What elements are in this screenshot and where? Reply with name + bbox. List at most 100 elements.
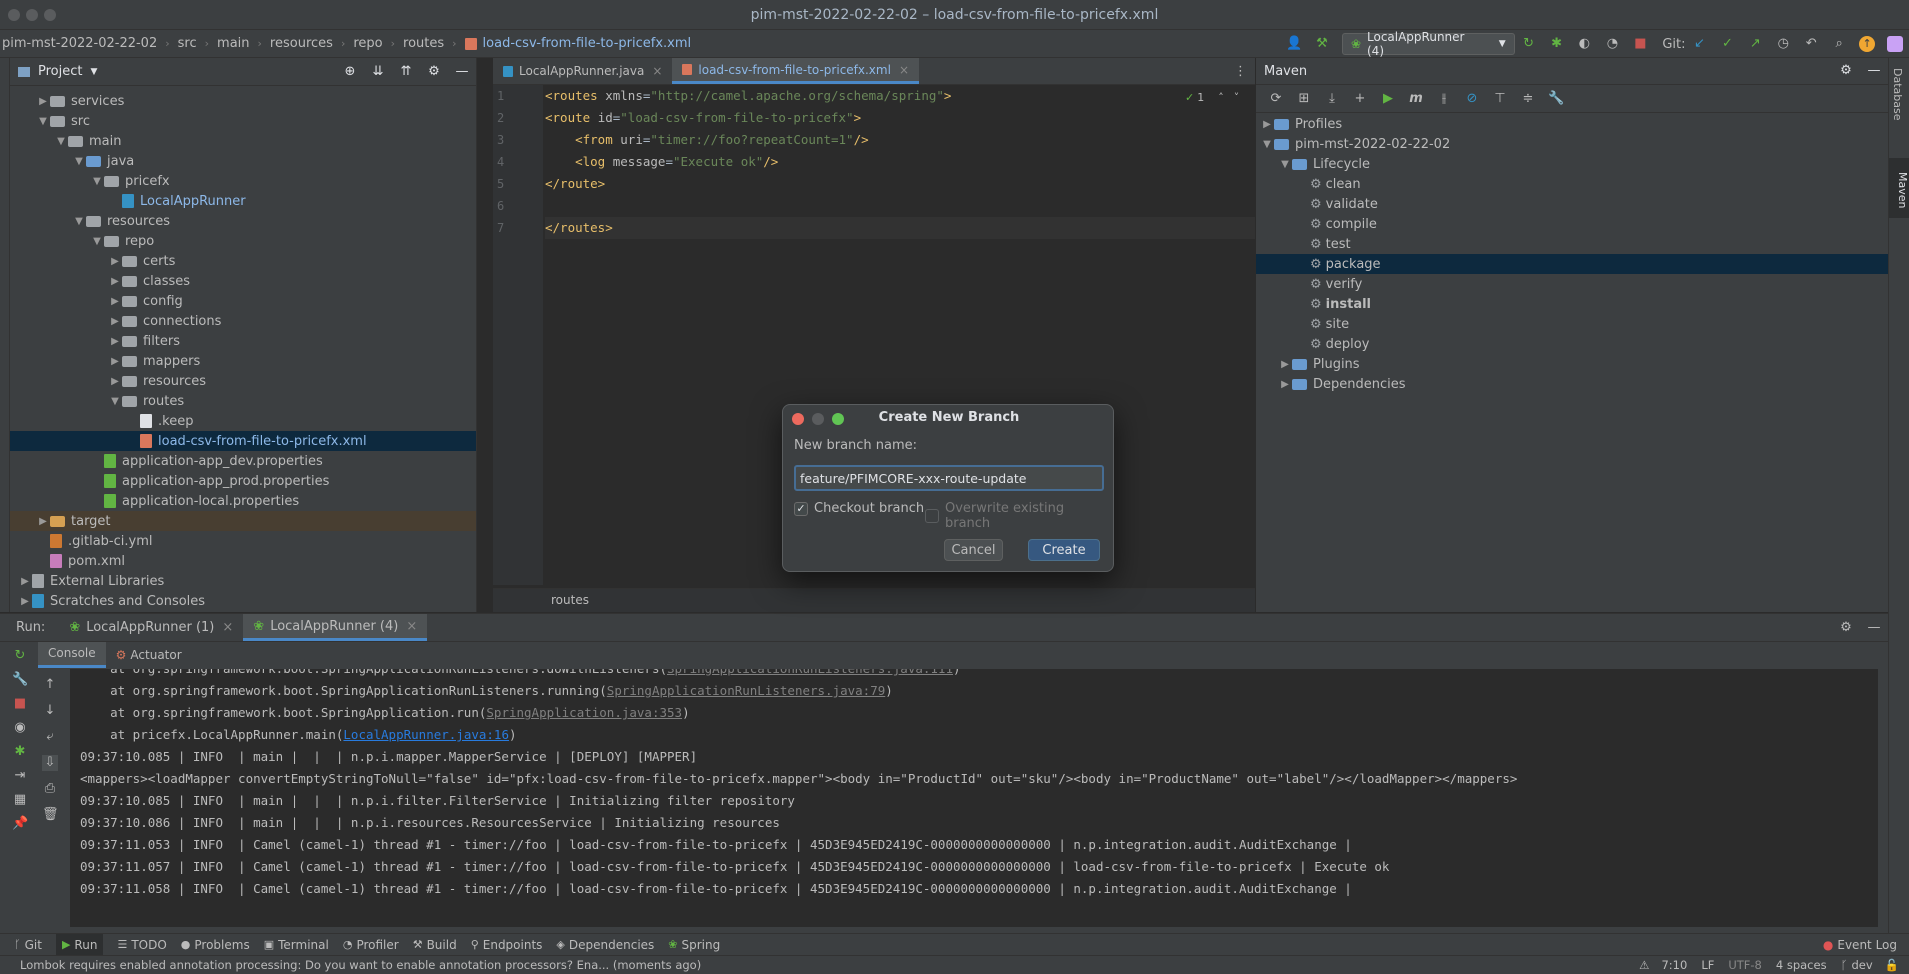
add-icon[interactable]: +	[1352, 91, 1368, 107]
run-subtab[interactable]: Console	[38, 641, 106, 668]
terminal-tool-button[interactable]: ▣ Terminal	[264, 938, 329, 952]
branch-name-input[interactable]	[794, 465, 1104, 491]
chevron-down-icon[interactable]: ▼	[72, 216, 86, 227]
tree-item[interactable]: LocalAppRunner	[10, 191, 476, 211]
caret-position[interactable]: 7:10	[1661, 958, 1687, 972]
chevron-right-icon[interactable]: ▶	[108, 296, 122, 307]
tree-item[interactable]: ▶ Scratches and Consoles	[10, 591, 476, 611]
chevron-right-icon[interactable]: ▶	[108, 356, 122, 367]
chevron-right-icon[interactable]: ▶	[18, 576, 32, 587]
breadcrumb-item[interactable]: repo	[353, 36, 382, 51]
inspection-widget[interactable]: ✓ 1 ˄ ˅	[1185, 91, 1239, 104]
tree-item[interactable]: application-local.properties	[10, 491, 476, 511]
tree-item[interactable]: ▼ resources	[10, 211, 476, 231]
todo-tool-button[interactable]: ☰ TODO	[117, 938, 166, 952]
gear-icon[interactable]: ⚙	[1838, 63, 1854, 79]
skip-tests-icon[interactable]: ⊘	[1464, 91, 1480, 107]
run-subtab[interactable]: ⚙ Actuator	[106, 642, 192, 668]
close-icon[interactable]: ×	[406, 619, 417, 634]
show-dependencies-icon[interactable]: ⊤	[1492, 91, 1508, 107]
chevron-right-icon[interactable]: ▶	[18, 596, 32, 607]
cancel-button[interactable]: Cancel	[944, 539, 1003, 561]
chevron-down-icon[interactable]: ˅	[1234, 91, 1240, 104]
trash-icon[interactable]: 🗑	[42, 807, 59, 823]
rerun-icon[interactable]: ↻	[1521, 36, 1537, 52]
maven-tree-item[interactable]: ▶ Dependencies	[1256, 374, 1888, 394]
scroll-to-end-icon[interactable]: ⇩	[42, 755, 58, 771]
maven-tree-item[interactable]: ⚙ deploy	[1256, 334, 1888, 354]
breadcrumb-item[interactable]: pim-mst-2022-02-22-02	[2, 36, 157, 51]
chevron-right-icon[interactable]: ▶	[36, 516, 50, 527]
chevron-down-icon[interactable]: ▼	[90, 236, 104, 247]
chevron-down-icon[interactable]: ▼	[36, 116, 50, 127]
checkout-branch-checkbox[interactable]: ✓ Checkout branch	[794, 501, 924, 516]
gear-icon[interactable]: ⚙	[426, 64, 442, 80]
maven-goal-icon[interactable]: m	[1408, 91, 1424, 107]
project-title[interactable]: Project	[38, 64, 82, 79]
chevron-right-icon[interactable]: ▶	[1278, 379, 1292, 390]
chevron-down-icon[interactable]: ▼	[72, 156, 86, 167]
status-message[interactable]: Lombok requires enabled annotation proce…	[20, 958, 701, 972]
toggle-offline-icon[interactable]: ⫲	[1436, 91, 1452, 107]
bug-icon[interactable]: ✱	[12, 744, 28, 760]
maven-tree-item[interactable]: ▶ Profiles	[1256, 114, 1888, 134]
chevron-right-icon[interactable]: ▶	[108, 316, 122, 327]
breadcrumb-item[interactable]: src	[178, 36, 197, 51]
hide-icon[interactable]: —	[454, 64, 470, 80]
git-update-icon[interactable]: ↙	[1691, 36, 1707, 52]
git-push-icon[interactable]: ↗	[1747, 36, 1763, 52]
tree-item[interactable]: ▶ External Libraries	[10, 571, 476, 591]
coverage-icon[interactable]: ◐	[1577, 36, 1593, 52]
maven-tree-item[interactable]: ⚙ verify	[1256, 274, 1888, 294]
create-button[interactable]: Create	[1028, 539, 1100, 561]
chevron-right-icon[interactable]: ▶	[108, 256, 122, 267]
chevron-down-icon[interactable]: ▼	[1278, 159, 1292, 170]
tree-item[interactable]: application-app_dev.properties	[10, 451, 476, 471]
run-tab[interactable]: ❀ LocalAppRunner (4) ×	[243, 614, 428, 641]
download-icon[interactable]: ⤓	[1324, 91, 1340, 107]
tree-item[interactable]: ▶ services	[10, 91, 476, 111]
spring-tool-button[interactable]: ❀ Spring	[668, 938, 720, 952]
collapse-icon[interactable]: ≑	[1520, 91, 1536, 107]
editor-tab[interactable]: LocalAppRunner.java ×	[493, 58, 672, 84]
run-icon[interactable]: ▶	[1380, 91, 1396, 107]
maven-tree-item[interactable]: ⚙ compile	[1256, 214, 1888, 234]
add-folder-icon[interactable]: ⊞	[1296, 91, 1312, 107]
tree-item[interactable]: .gitlab-ci.yml	[10, 531, 476, 551]
tree-item[interactable]: ▶ resources	[10, 371, 476, 391]
stack-trace-link[interactable]: LocalAppRunner.java:16	[343, 727, 509, 742]
run-configuration-select[interactable]: ❀ LocalAppRunner (4) ▼	[1341, 30, 1515, 58]
chevron-right-icon[interactable]: ▶	[1278, 359, 1292, 370]
locate-icon[interactable]: ⊕	[342, 64, 358, 80]
build-hammer-icon[interactable]: ⚒	[1314, 36, 1330, 52]
stack-trace-link[interactable]: SpringApplicationRunListeners.java:79	[607, 683, 885, 698]
editor-breadcrumb[interactable]: routes	[493, 588, 1255, 612]
endpoints-tool-button[interactable]: ⚲ Endpoints	[471, 938, 543, 952]
lock-icon[interactable]: 🔓	[1885, 958, 1899, 972]
close-icon[interactable]: ×	[899, 63, 909, 77]
search-icon[interactable]: ⌕	[1831, 36, 1847, 52]
chevron-down-icon[interactable]: ▼	[90, 176, 104, 187]
chevron-down-icon[interactable]: ▼	[108, 396, 122, 407]
console-output[interactable]: at org.springframework.boot.SpringApplic…	[70, 669, 1878, 927]
jetbrains-icon[interactable]	[1887, 36, 1903, 52]
tree-item[interactable]: ▶ certs	[10, 251, 476, 271]
build-tool-button[interactable]: ⚒ Build	[413, 938, 457, 952]
scroll-up-icon[interactable]: ↑	[42, 677, 58, 693]
tree-item[interactable]: ▼ java	[10, 151, 476, 171]
updates-icon[interactable]: ↑	[1859, 36, 1876, 52]
maven-tree-item[interactable]: ⚙ install	[1256, 294, 1888, 314]
chevron-right-icon[interactable]: ▶	[108, 276, 122, 287]
encoding[interactable]: UTF-8	[1728, 958, 1762, 972]
tree-item[interactable]: ▶ classes	[10, 271, 476, 291]
layout-icon[interactable]: ▦	[12, 792, 28, 808]
chevron-up-icon[interactable]: ˄	[1218, 91, 1224, 104]
run-tab[interactable]: ❀ LocalAppRunner (1) ×	[59, 614, 243, 641]
more-icon[interactable]: ⋮	[1234, 64, 1247, 79]
close-icon[interactable]: ×	[222, 620, 233, 635]
maven-tree-item[interactable]: ▶ Plugins	[1256, 354, 1888, 374]
maven-tree-item[interactable]: ▼ pim-mst-2022-02-22-02	[1256, 134, 1888, 154]
maven-tool-tab[interactable]: Maven	[1889, 158, 1909, 218]
database-tool-tab[interactable]: Database	[1891, 68, 1904, 121]
tree-item[interactable]: ▶ target	[10, 511, 476, 531]
